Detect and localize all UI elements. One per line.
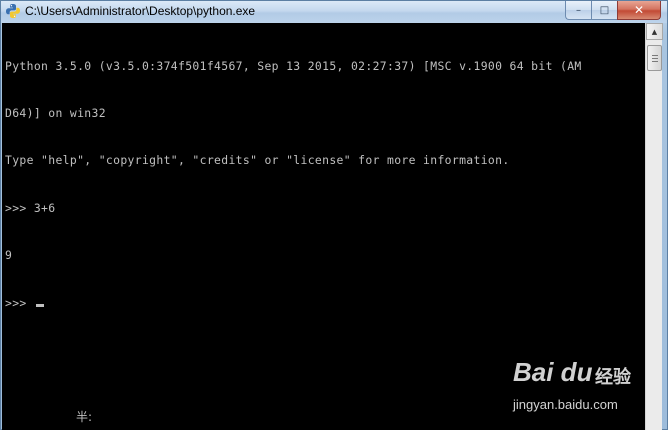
close-button[interactable]: ✕ (617, 1, 661, 20)
console-window: C:\Users\Administrator\Desktop\python.ex… (0, 0, 668, 430)
grip-line (652, 58, 658, 59)
console-line: D64)] on win32 (5, 105, 106, 120)
baidu-watermark: Bai du 经验 jingyan.baidu.com (513, 353, 643, 423)
console-line: Type "help", "copyright", "credits" or "… (5, 153, 510, 168)
grip-line (652, 61, 658, 62)
minimize-button[interactable]: – (565, 1, 591, 20)
window-title: C:\Users\Administrator\Desktop\python.ex… (25, 4, 256, 18)
maximize-button[interactable]: □ (591, 1, 617, 20)
watermark-subtitle: 经验 (595, 367, 631, 388)
minimize-icon: – (576, 4, 581, 16)
text-cursor (35, 303, 44, 307)
close-icon: ✕ (633, 3, 645, 17)
python-icon[interactable] (5, 3, 21, 19)
ime-indicator[interactable]: 半: (76, 408, 92, 425)
maximize-icon: □ (599, 4, 610, 16)
title-bar[interactable]: C:\Users\Administrator\Desktop\python.ex… (1, 1, 667, 23)
scroll-up-button[interactable]: ▲ (646, 23, 663, 40)
vertical-scrollbar[interactable]: ▲ (645, 23, 663, 430)
console-line: >>> 3+6 (5, 200, 56, 215)
prompt-line[interactable]: >>> (5, 296, 645, 312)
watermark-url: jingyan.baidu.com (513, 397, 618, 412)
console-text: Python 3.5.0 (v3.5.0:374f501f4567, Sep 1… (5, 27, 645, 343)
prompt: >>> (5, 295, 34, 310)
arrow-up-icon: ▲ (651, 27, 658, 36)
console-line: Python 3.5.0 (v3.5.0:374f501f4567, Sep 1… (5, 58, 582, 73)
console-line: 9 (5, 248, 13, 263)
window-controls: – □ ✕ (565, 1, 661, 20)
scrollbar-thumb[interactable] (647, 45, 662, 71)
watermark-logo: Bai du (513, 357, 593, 387)
grip-line (652, 55, 658, 56)
